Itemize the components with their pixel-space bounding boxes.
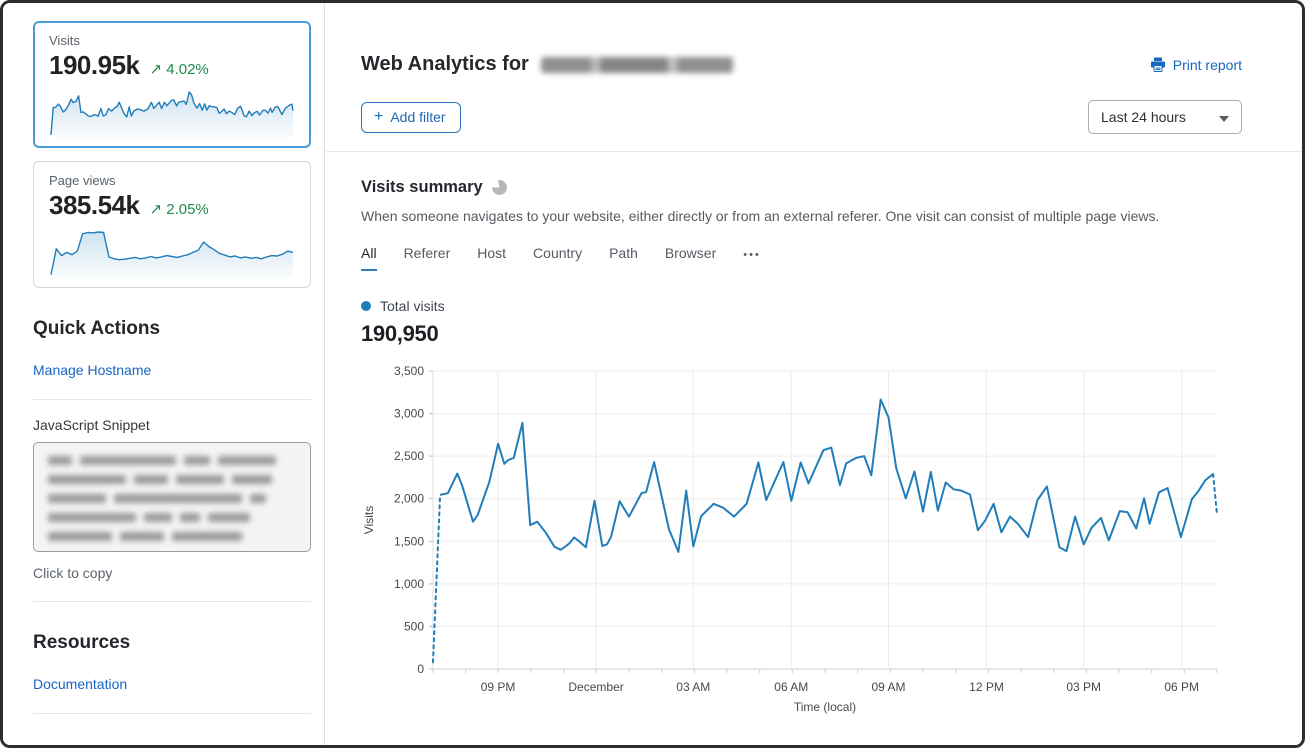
- trend-up-arrow-icon: ↗: [149, 201, 162, 218]
- help-pie-icon[interactable]: [492, 180, 507, 195]
- metric-card-visits[interactable]: Visits 190.95k ↗ 4.02%: [33, 21, 311, 148]
- tab-country[interactable]: Country: [533, 245, 582, 271]
- tab-all[interactable]: All: [361, 245, 377, 271]
- metric-label: Page views: [49, 173, 295, 188]
- tab-browser[interactable]: Browser: [665, 245, 716, 271]
- total-visits-value: 190,950: [361, 321, 1242, 347]
- legend-label: Total visits: [380, 298, 445, 314]
- tab-referer[interactable]: Referer: [404, 245, 451, 271]
- svg-text:12 PM: 12 PM: [969, 680, 1004, 694]
- print-report-link[interactable]: Print report: [1150, 57, 1242, 73]
- main-panel: Web Analytics for Print report: [326, 3, 1302, 745]
- metric-label: Visits: [49, 33, 295, 48]
- click-to-copy-hint: Click to copy: [33, 565, 311, 581]
- metric-delta: ↗ 4.02%: [149, 60, 208, 78]
- svg-text:03 PM: 03 PM: [1066, 680, 1101, 694]
- resources-heading: Resources: [33, 632, 311, 654]
- svg-text:06 PM: 06 PM: [1164, 680, 1199, 694]
- pageviews-sparkline: [49, 225, 295, 279]
- svg-text:1,500: 1,500: [394, 534, 424, 548]
- svg-text:03 AM: 03 AM: [676, 680, 710, 694]
- add-filter-button[interactable]: + Add filter: [361, 102, 461, 133]
- javascript-snippet-code-redacted[interactable]: [33, 442, 311, 552]
- svg-text:0: 0: [417, 662, 424, 676]
- metric-card-pageviews[interactable]: Page views 385.54k ↗ 2.05%: [33, 161, 311, 288]
- metric-delta: ↗ 2.05%: [149, 200, 208, 218]
- manage-hostname-link[interactable]: Manage Hostname: [33, 362, 151, 378]
- svg-text:Time (local): Time (local): [794, 700, 856, 714]
- svg-text:1,000: 1,000: [394, 577, 424, 591]
- svg-text:09 PM: 09 PM: [481, 680, 516, 694]
- legend-dot-icon: [361, 301, 371, 311]
- quick-actions-heading: Quick Actions: [33, 318, 311, 340]
- divider: [326, 151, 1302, 152]
- svg-text:500: 500: [404, 619, 424, 633]
- time-range-select[interactable]: Last 24 hours: [1088, 100, 1242, 134]
- tab-host[interactable]: Host: [477, 245, 506, 271]
- svg-text:2,000: 2,000: [394, 492, 424, 506]
- visits-line-chart[interactable]: 0 500 1,000 1,500 2,000 2,500 3,000 3,500 09 PM D…: [361, 361, 1223, 717]
- page-title: Web Analytics for: [361, 53, 733, 76]
- svg-text:09 AM: 09 AM: [871, 680, 905, 694]
- svg-text:December: December: [568, 680, 623, 694]
- sidebar: Visits 190.95k ↗ 4.02% Page views 385.54…: [3, 3, 325, 745]
- divider: [33, 601, 311, 602]
- svg-text:3,500: 3,500: [394, 364, 424, 378]
- app-window: Visits 190.95k ↗ 4.02% Page views 385.54…: [0, 0, 1305, 748]
- svg-text:Visits: Visits: [362, 506, 376, 534]
- metric-value: 190.95k: [49, 50, 139, 81]
- svg-text:3,000: 3,000: [394, 407, 424, 421]
- trend-up-arrow-icon: ↗: [149, 61, 162, 78]
- visits-summary-title: Visits summary: [361, 178, 483, 197]
- tab-path[interactable]: Path: [609, 245, 638, 271]
- svg-text:06 AM: 06 AM: [774, 680, 808, 694]
- visits-summary-description: When someone navigates to your website, …: [361, 208, 1242, 224]
- printer-icon: [1150, 57, 1166, 72]
- metric-value: 385.54k: [49, 190, 139, 221]
- svg-text:2,500: 2,500: [394, 449, 424, 463]
- summary-tabs: All Referer Host Country Path Browser ••…: [361, 245, 1242, 271]
- tab-more-ellipsis[interactable]: •••: [743, 249, 761, 271]
- plus-icon: +: [374, 109, 383, 125]
- time-range-value: Last 24 hours: [1101, 109, 1186, 125]
- chevron-down-icon: [1219, 116, 1229, 122]
- visits-sparkline: [49, 85, 295, 139]
- chart-legend: Total visits: [361, 298, 1242, 314]
- redacted-domain-name: [541, 57, 733, 73]
- documentation-link[interactable]: Documentation: [33, 676, 127, 692]
- javascript-snippet-label: JavaScript Snippet: [33, 417, 311, 433]
